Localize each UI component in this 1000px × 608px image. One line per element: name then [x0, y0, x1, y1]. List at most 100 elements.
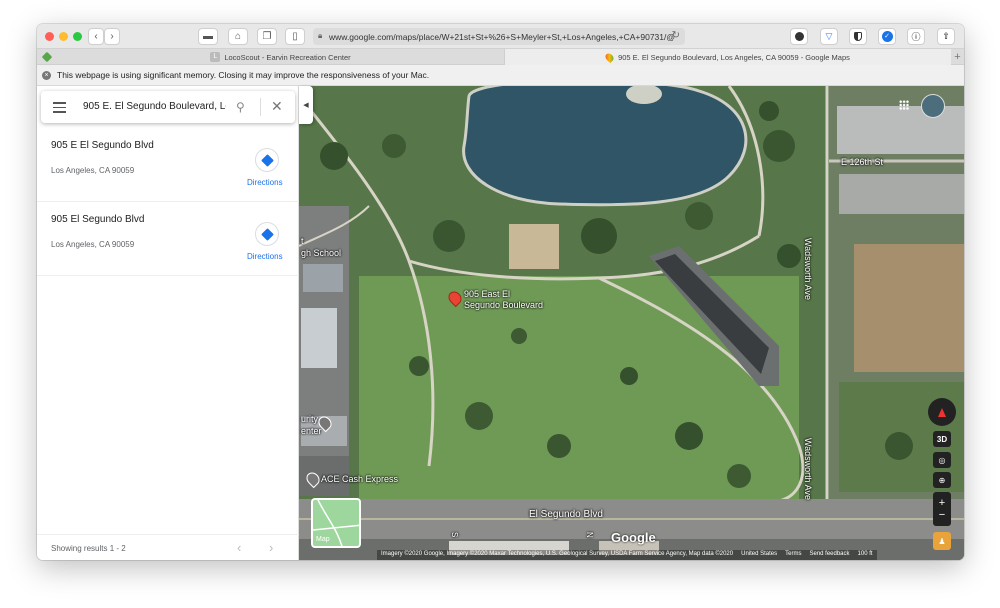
print-button[interactable]: ▬ [198, 28, 218, 45]
result-title[interactable]: 905 E El Segundo Blvd [51, 140, 154, 151]
warning-text: This webpage is using significant memory… [57, 70, 430, 80]
street-label-e126: E 126th St [841, 157, 884, 167]
results-footer: Showing results 1 - 2 ‹ › [37, 534, 299, 560]
tab-bar: L LocoScout - Earvin Recreation Center 9… [37, 49, 964, 65]
satellite-map[interactable]: E 126th St Wadsworth Ave Wadsworth Ave E… [299, 86, 964, 560]
search-input[interactable]: 905 E. El Segundo Boulevard, Los [83, 101, 226, 112]
back-button[interactable]: ‹ [88, 28, 104, 45]
browser-window: ‹ › ▬ ⌂ ❐ ▯ 🔒︎ www.google.com/maps/place… [37, 24, 964, 560]
next-page-icon[interactable]: › [269, 540, 273, 555]
share-icon: ⇧ [942, 31, 950, 41]
sidebar-button[interactable]: ▯ [285, 28, 305, 45]
pin-label-1: 905 East El [464, 289, 511, 299]
zoom-window-button[interactable] [73, 32, 82, 41]
place-label-ace[interactable]: ACE Cash Express [321, 474, 398, 484]
extension-privacy-button[interactable] [849, 28, 867, 45]
home-icon: ⌂ [234, 31, 242, 42]
zoom-out-button[interactable]: − [939, 509, 945, 521]
previous-page-icon[interactable]: ‹ [237, 540, 241, 555]
imagery-credit: Imagery ©2020 Google, Imagery ©2020 Maxa… [381, 551, 734, 557]
feedback-link[interactable]: Send feedback [809, 551, 849, 559]
place-label-school-1: t [301, 236, 304, 246]
place-label-security-2: enter [301, 426, 322, 436]
tab-locoscout[interactable]: L LocoScout - Earvin Recreation Center [57, 49, 504, 65]
extension-check-button[interactable]: ✓ [878, 28, 896, 45]
directions-link[interactable]: Directions [247, 252, 283, 261]
tab-favicon: L [210, 52, 221, 62]
country-link[interactable]: United States [741, 551, 777, 559]
google-logo: Google [611, 530, 656, 545]
chevron-right-icon: › [110, 31, 114, 42]
scale-bar[interactable]: 100 ft [858, 551, 873, 559]
memory-warning-banner: × This webpage is using significant memo… [37, 65, 964, 86]
minimize-window-button[interactable] [59, 32, 68, 41]
layer-toggle-minimap[interactable]: Map [311, 498, 361, 548]
forward-button[interactable]: › [104, 28, 120, 45]
street-label-wadsworth-top: Wadsworth Ave [803, 238, 813, 301]
place-label-school-2: gh School [301, 248, 342, 258]
downloads-button[interactable] [790, 28, 808, 45]
copy-icon: ❐ [262, 31, 272, 42]
tab-label: LocoScout - Earvin Recreation Center [224, 52, 351, 62]
results-panel: 905 E. El Segundo Boulevard, Los ⚲ ✕ 905… [37, 86, 299, 560]
avatar[interactable] [921, 94, 945, 118]
my-location-icon[interactable]: ⊕ [933, 472, 951, 488]
half-shield-icon [854, 32, 862, 41]
3d-toggle-button[interactable]: 3D [933, 431, 951, 447]
street-label-s: S [450, 532, 459, 538]
search-box: 905 E. El Segundo Boulevard, Los ⚲ ✕ [41, 91, 295, 123]
printer-icon: ▬ [203, 31, 213, 42]
browser-toolbar: ‹ › ▬ ⌂ ❐ ▯ 🔒︎ www.google.com/maps/place… [37, 24, 964, 49]
tab-google-maps[interactable]: 905 E. El Segundo Boulevard, Los Angeles… [504, 49, 951, 65]
address-bar[interactable]: 🔒︎ www.google.com/maps/place/W+21st+St+%… [313, 28, 685, 45]
directions-link[interactable]: Directions [247, 178, 283, 187]
lock-icon: 🔒︎ [318, 31, 323, 40]
map-attribution: Imagery ©2020 Google, Imagery ©2020 Maxa… [377, 550, 877, 560]
shield-icon: ▽ [825, 31, 833, 41]
globe-icon[interactable]: ◎ [933, 452, 951, 468]
pin-label-2: Segundo Boulevard [464, 300, 544, 310]
check-icon: ✓ [881, 31, 893, 42]
extension-shield-button[interactable]: ▽ [820, 28, 838, 45]
clear-search-icon[interactable]: ✕ [271, 98, 283, 115]
tab-bar-extension-icon[interactable] [41, 51, 53, 63]
reload-icon[interactable]: ↻ [672, 30, 680, 41]
chevron-left-icon: ‹ [94, 31, 98, 42]
search-icon[interactable]: ⚲ [236, 100, 245, 114]
compass-icon[interactable] [928, 398, 956, 426]
hamburger-menu-icon[interactable] [53, 102, 66, 113]
directions-icon[interactable] [255, 148, 279, 172]
sidebar-icon: ▯ [292, 31, 298, 42]
directions-icon[interactable] [255, 222, 279, 246]
apps-grid-icon[interactable] [899, 100, 909, 110]
close-window-button[interactable] [45, 32, 54, 41]
result-item[interactable]: 905 El Segundo Blvd Los Angeles, CA 9005… [37, 202, 299, 276]
terms-link[interactable]: Terms [785, 551, 801, 559]
zoom-controls: + − [933, 492, 951, 526]
close-banner-icon[interactable]: × [42, 71, 51, 80]
caret-left-icon: ◀ [303, 102, 309, 109]
result-address: Los Angeles, CA 90059 [51, 166, 135, 175]
result-title[interactable]: 905 El Segundo Blvd [51, 214, 144, 225]
result-address: Los Angeles, CA 90059 [51, 240, 135, 249]
download-icon [794, 32, 804, 41]
info-icon: ⓘ [911, 32, 921, 42]
result-item[interactable]: 905 E El Segundo Blvd Los Angeles, CA 90… [37, 128, 299, 202]
tab-overview-button[interactable]: ❐ [257, 28, 277, 45]
collapse-panel-button[interactable]: ◀ [299, 86, 313, 124]
pegman-icon[interactable]: ♟ [933, 532, 951, 550]
url-text: www.google.com/maps/place/W+21st+St+%26+… [329, 31, 675, 42]
new-tab-button[interactable]: + [951, 49, 964, 65]
place-label-security-1: urity [301, 414, 319, 424]
results-count: Showing results 1 - 2 [51, 544, 126, 553]
street-label-n: N [585, 532, 594, 538]
street-label-wadsworth-bottom: Wadsworth Ave [803, 438, 813, 501]
maps-pin-icon [603, 51, 616, 63]
street-label-el-segundo: El Segundo Blvd [529, 509, 603, 520]
home-button[interactable]: ⌂ [228, 28, 248, 45]
search-divider [260, 98, 261, 116]
zoom-in-button[interactable]: + [939, 497, 945, 509]
share-button[interactable]: ⇧ [937, 28, 955, 45]
info-button[interactable]: ⓘ [907, 28, 925, 45]
tab-label: 905 E. El Segundo Boulevard, Los Angeles… [618, 52, 850, 62]
